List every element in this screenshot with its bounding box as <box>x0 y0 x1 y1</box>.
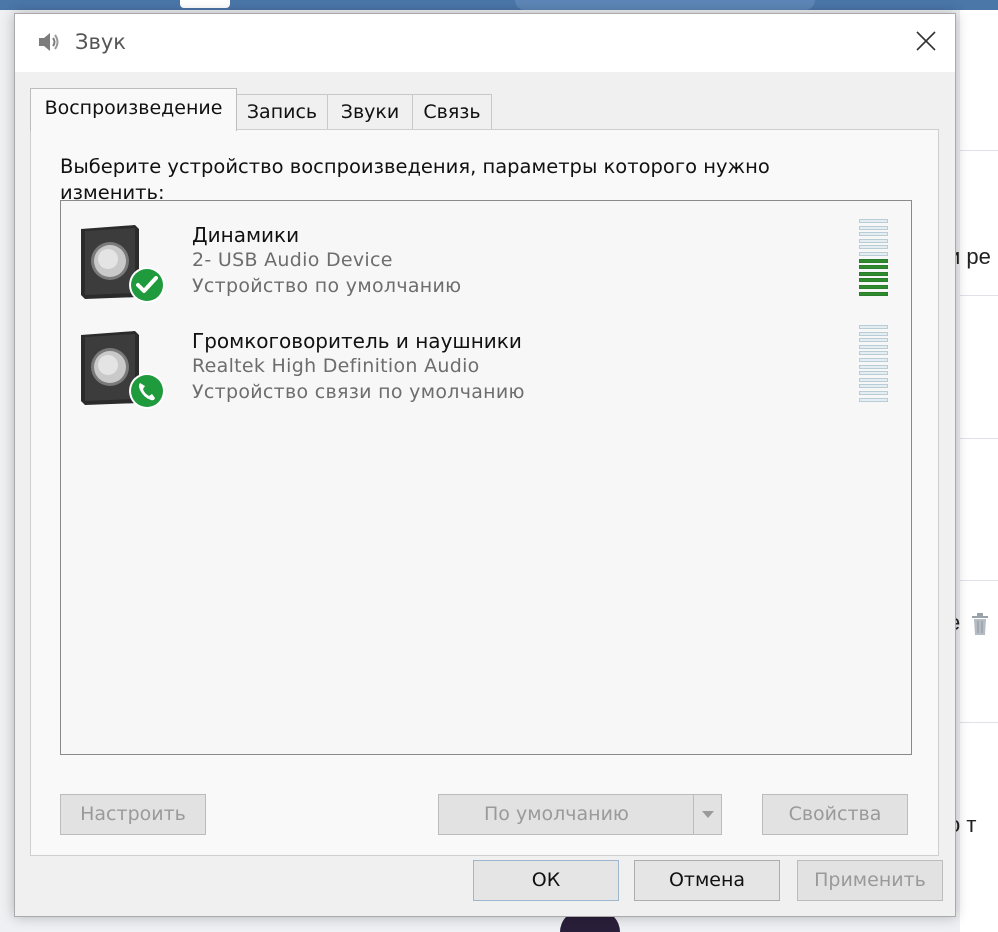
background-divider <box>960 580 998 581</box>
meter-segment <box>859 391 888 395</box>
tab-playback[interactable]: Воспроизведение <box>30 88 237 131</box>
meter-segment <box>859 325 888 329</box>
meter-segment <box>859 258 888 263</box>
instructions-line: Выберите устройство воспроизведения, пар… <box>60 155 770 178</box>
ok-button[interactable]: ОК <box>473 860 619 901</box>
meter-segment <box>859 238 888 243</box>
set-default-label: По умолчанию <box>484 803 629 825</box>
speaker-device-icon <box>81 331 165 409</box>
meter-segment <box>859 338 888 343</box>
device-status: Устройство по умолчанию <box>192 275 462 297</box>
background-divider <box>960 295 998 296</box>
meter-segment <box>859 225 888 230</box>
device-list[interactable]: Динамики 2- USB Audio Device Устройство … <box>60 200 912 755</box>
meter-segment <box>859 358 888 362</box>
background-content-panel <box>960 10 998 932</box>
device-description: 2- USB Audio Device <box>192 249 393 271</box>
background-divider <box>960 438 998 439</box>
meter-segment <box>859 371 888 376</box>
meter-segment <box>859 271 888 276</box>
device-item-speakers[interactable]: Динамики 2- USB Audio Device Устройство … <box>61 203 911 303</box>
trash-icon[interactable] <box>970 612 990 636</box>
meter-segment <box>859 384 888 389</box>
device-item-headphones[interactable]: Громкоговоритель и наушники Realtek High… <box>61 309 911 409</box>
properties-button[interactable]: Свойства <box>762 794 908 835</box>
tab-recording[interactable]: Запись <box>236 94 328 130</box>
set-default-split-button[interactable]: По умолчанию <box>438 794 722 835</box>
chevron-down-icon <box>701 810 714 818</box>
meter-segment <box>859 245 888 250</box>
playback-tab-panel: Выберите устройство воспроизведения, пар… <box>30 129 939 856</box>
meter-segment <box>859 331 888 336</box>
background-search-bar <box>515 0 815 10</box>
device-name: Громкоговоритель и наушники <box>192 329 522 353</box>
tab-communications[interactable]: Связь <box>412 94 492 130</box>
meter-segment <box>859 377 888 382</box>
speaker-device-icon <box>81 225 165 303</box>
close-icon <box>916 31 936 51</box>
meter-segment <box>859 285 888 289</box>
set-default-dropdown[interactable] <box>693 795 721 834</box>
meter-segment <box>859 252 888 256</box>
volume-level-meter <box>859 325 889 405</box>
background-topbar <box>0 0 998 10</box>
instructions-text: Выберите устройство воспроизведения, пар… <box>60 154 860 206</box>
background-divider <box>960 150 998 151</box>
apply-button[interactable]: Применить <box>797 860 943 901</box>
device-description: Realtek High Definition Audio <box>192 355 480 377</box>
speaker-app-icon <box>39 33 59 51</box>
meter-segment <box>859 232 888 237</box>
window-title: Звук <box>75 30 126 54</box>
background-divider <box>960 722 998 723</box>
sound-dialog: Звук Воспроизведение Запись Звуки Связь … <box>14 13 956 917</box>
meter-segment <box>859 265 888 270</box>
device-name: Динамики <box>192 223 300 247</box>
tab-sounds[interactable]: Звуки <box>327 94 413 130</box>
device-status: Устройство связи по умолчанию <box>192 381 525 403</box>
configure-button[interactable]: Настроить <box>60 794 206 835</box>
volume-level-meter <box>859 219 889 299</box>
meter-segment <box>859 364 888 369</box>
cancel-button[interactable]: Отмена <box>634 860 780 901</box>
close-button[interactable] <box>905 20 947 62</box>
meter-segment <box>859 291 888 296</box>
meter-segment <box>859 351 888 356</box>
title-bar[interactable]: Звук <box>15 14 955 72</box>
meter-segment <box>859 344 888 349</box>
meter-segment <box>859 278 888 283</box>
background-tab <box>180 0 230 8</box>
meter-segment <box>859 219 888 223</box>
meter-segment <box>859 397 888 402</box>
